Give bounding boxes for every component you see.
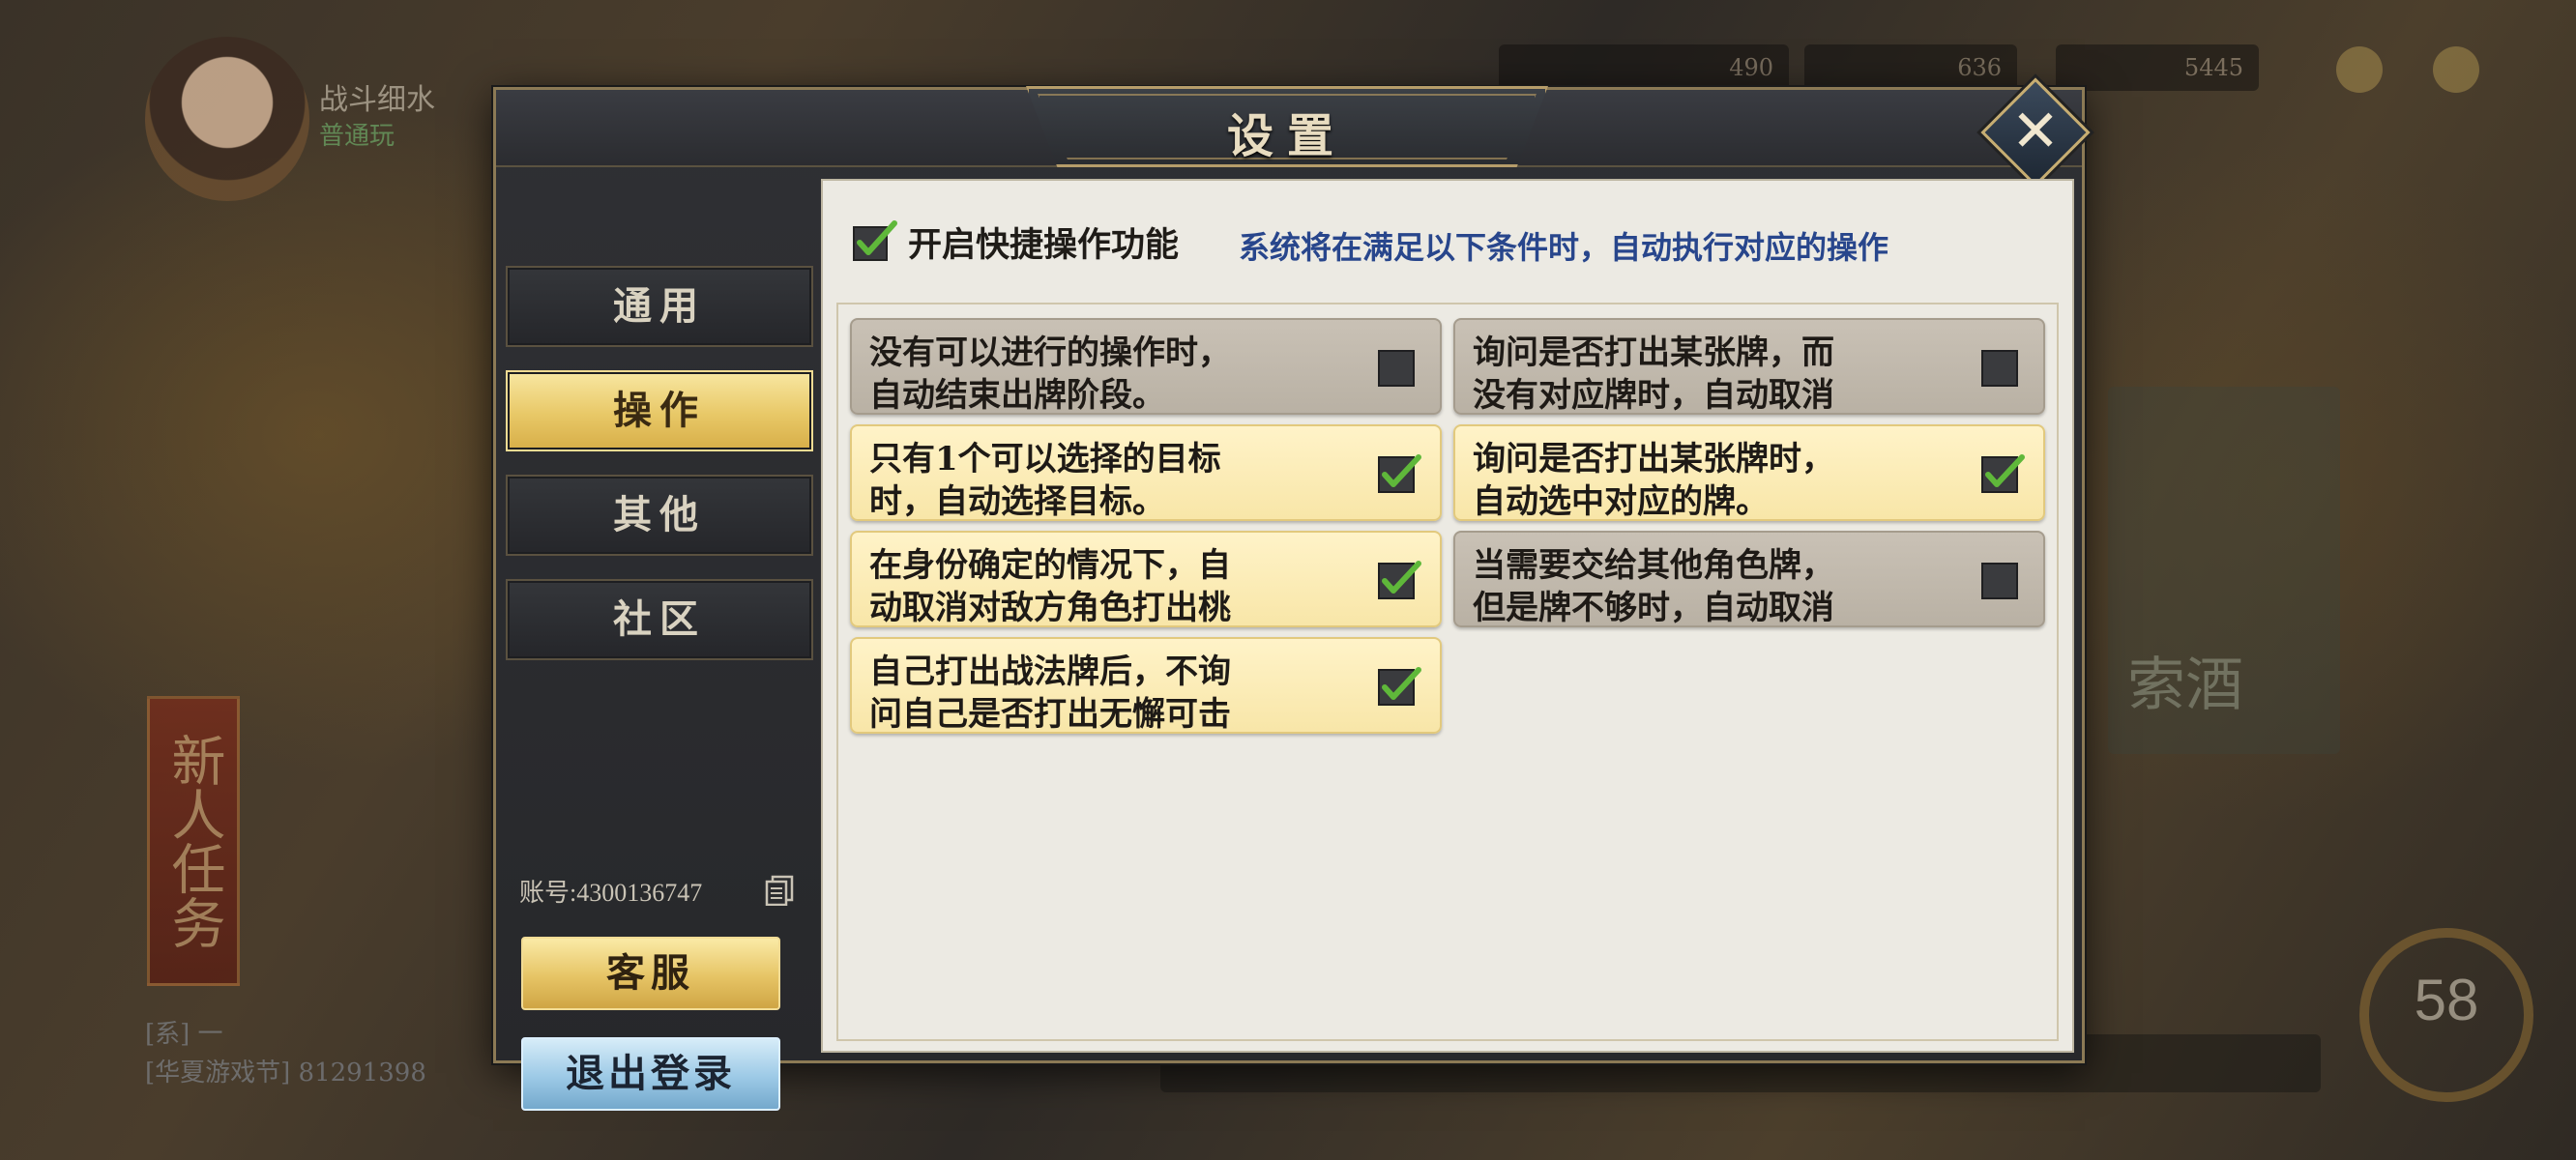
option-text-line: 只有1个可以选择的目标 <box>869 440 1221 478</box>
option-text-line: 没有对应牌时，自动取消 <box>1473 376 1834 415</box>
auto-option-7[interactable]: 自己打出战法牌后，不询 问自己是否打出无懈可击 <box>850 637 1442 734</box>
option-text-line: 自动结束出牌阶段。 <box>869 376 1165 415</box>
checkbox-checked-icon[interactable] <box>1977 451 2026 496</box>
currency-pill-1: 490 <box>1499 44 1789 91</box>
customer-service-button[interactable]: 客服 <box>521 937 780 1010</box>
copy-icon[interactable] <box>765 875 794 906</box>
level-badge: 58 <box>2359 928 2533 1102</box>
tab-general[interactable]: 通用 <box>506 266 813 347</box>
option-text-line: 自动选中对应的牌。 <box>1473 482 1769 521</box>
tab-other[interactable]: 其他 <box>506 475 813 556</box>
option-text-line: 问自己是否打出无懈可击 <box>869 695 1231 734</box>
quick-action-hint: 系统将在满足以下条件时，自动执行对应的操作 <box>1239 229 1889 266</box>
currency-pill-3: 5445 <box>2056 44 2259 91</box>
auto-option-4[interactable]: 询问是否打出某张牌时， 自动选中对应的牌。 <box>1453 424 2045 521</box>
tab-community[interactable]: 社区 <box>506 579 813 660</box>
checkbox-checked-icon[interactable] <box>1374 451 1422 496</box>
newbie-task-banner: 新人任务 <box>147 696 240 986</box>
option-text-line: 当需要交给其他角色牌， <box>1473 546 1834 585</box>
settings-sidebar: 通用 操作 其他 社区 账号:4300136747 客服 退出登录 <box>496 169 815 1111</box>
option-text-line: 询问是否打出某张牌，而 <box>1473 334 1834 372</box>
player-avatar <box>145 37 309 201</box>
auto-option-3[interactable]: 只有1个可以选择的目标 时，自动选择目标。 <box>850 424 1442 521</box>
option-text-line: 在身份确定的情况下，自 <box>869 546 1231 585</box>
operation-settings-panel: 开启快捷操作功能 系统将在满足以下条件时，自动执行对应的操作 没有可以进行的操作… <box>821 179 2074 1053</box>
option-text-line: 自己打出战法牌后，不询 <box>869 652 1231 691</box>
side-event-title: 索酒 <box>2127 652 2243 719</box>
settings-gear-icon <box>2433 46 2479 93</box>
tab-operation[interactable]: 操作 <box>506 370 813 451</box>
quick-action-checkbox[interactable] <box>852 219 898 262</box>
auto-option-2[interactable]: 询问是否打出某张牌，而 没有对应牌时，自动取消 <box>1453 318 2045 415</box>
option-text-line: 询问是否打出某张牌时， <box>1473 440 1834 478</box>
player-name: 战斗细水 <box>319 83 435 117</box>
auto-option-1[interactable]: 没有可以进行的操作时， 自动结束出牌阶段。 <box>850 318 1442 415</box>
account-id: 账号:4300136747 <box>519 879 703 907</box>
option-text-line: 时，自动选择目标。 <box>869 482 1165 521</box>
mail-icon <box>2336 46 2383 93</box>
checkbox-unchecked-icon[interactable] <box>1374 345 1422 390</box>
auto-option-5[interactable]: 在身份确定的情况下，自 动取消对敌方角色打出桃 <box>850 531 1442 627</box>
currency-pill-2: 636 <box>1804 44 2017 91</box>
dialog-title: 设置 <box>1226 109 1347 163</box>
checkbox-checked-icon[interactable] <box>1374 664 1422 709</box>
checkbox-checked-icon[interactable] <box>1374 558 1422 602</box>
option-text-line: 但是牌不够时，自动取消 <box>1473 589 1834 627</box>
option-text-line: 动取消对敌方角色打出桃 <box>869 589 1231 627</box>
player-level: 普通玩 <box>319 122 395 151</box>
auto-option-6[interactable]: 当需要交给其他角色牌， 但是牌不够时，自动取消 <box>1453 531 2045 627</box>
close-icon[interactable]: ✕ <box>1997 94 2074 171</box>
settings-dialog: 设置 ✕ 通用 操作 其他 社区 账号:4300136747 客服 退出登录 开… <box>493 77 2091 1111</box>
checkbox-unchecked-icon[interactable] <box>1977 558 2026 602</box>
news-ticker: [系] 一 [华夏游戏节] 81291398 <box>145 1015 426 1092</box>
checkbox-unchecked-icon[interactable] <box>1977 345 2026 390</box>
quick-action-label: 开启快捷操作功能 <box>908 225 1180 265</box>
option-text-line: 没有可以进行的操作时， <box>869 334 1231 372</box>
news-line: [系] 一 <box>145 1020 223 1049</box>
logout-button[interactable]: 退出登录 <box>521 1037 780 1111</box>
news-line: [华夏游戏节] 81291398 <box>145 1058 426 1088</box>
